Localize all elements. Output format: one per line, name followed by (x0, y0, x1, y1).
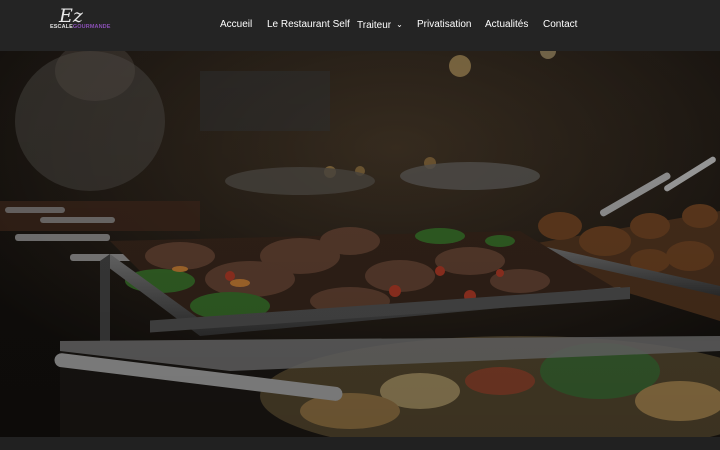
nav-item-privatisation[interactable]: Privatisation (417, 19, 471, 31)
hero-banner (0, 51, 720, 437)
main-nav: Accueil Le Restaurant Self Traiteur ⌄ Pri… (0, 0, 720, 51)
nav-item-traiteur[interactable]: Traiteur ⌄ (357, 19, 403, 32)
nav-item-contact[interactable]: Contact (543, 19, 577, 31)
site-header: Ez ESCALEGOURMANDE Accueil Le Restaurant… (0, 0, 720, 51)
nav-item-le-restaurant-self[interactable]: Le Restaurant Self (267, 19, 350, 31)
nav-item-actualites[interactable]: Actualités (485, 19, 528, 31)
footer-band (0, 437, 720, 450)
chevron-down-icon: ⌄ (396, 20, 403, 29)
buffet-photo (0, 51, 720, 437)
nav-item-traiteur-label: Traiteur (357, 20, 392, 31)
nav-item-accueil[interactable]: Accueil (220, 19, 252, 31)
